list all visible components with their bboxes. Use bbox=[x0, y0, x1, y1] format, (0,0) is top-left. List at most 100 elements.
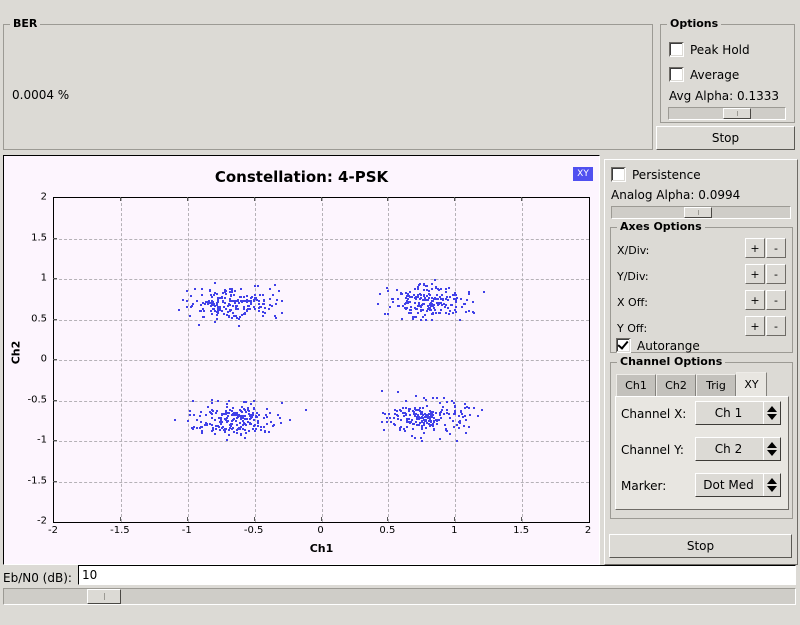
constellation-point bbox=[279, 417, 281, 419]
constellation-point bbox=[226, 314, 228, 316]
constellation-point bbox=[449, 433, 451, 435]
constellation-point bbox=[434, 279, 436, 281]
analog-alpha-slider[interactable] bbox=[611, 206, 791, 219]
constellation-point bbox=[272, 425, 274, 427]
xoff-plus-button[interactable]: + bbox=[745, 290, 765, 310]
constellation-point bbox=[441, 409, 443, 411]
yoff-label: Y Off: bbox=[617, 322, 648, 335]
yoff-minus-button[interactable]: - bbox=[766, 316, 786, 336]
constellation-point bbox=[217, 425, 219, 427]
marker-spinner-arrows[interactable] bbox=[763, 474, 780, 496]
channel-y-spinner-arrows[interactable] bbox=[763, 438, 780, 460]
persistence-row[interactable]: Persistence bbox=[611, 167, 701, 182]
peak-hold-row[interactable]: Peak Hold bbox=[669, 42, 750, 57]
marker-select[interactable]: Dot Med bbox=[695, 473, 781, 497]
constellation-point bbox=[249, 418, 251, 420]
constellation-point bbox=[257, 425, 259, 427]
constellation-point bbox=[425, 427, 427, 429]
constellation-point bbox=[231, 291, 233, 293]
tab-xy[interactable]: XY bbox=[736, 372, 767, 396]
constellation-point bbox=[219, 429, 221, 431]
constellation-point bbox=[221, 310, 223, 312]
constellation-point bbox=[468, 426, 470, 428]
constellation-point bbox=[232, 407, 234, 409]
constellation-point bbox=[384, 313, 386, 315]
ebn0-value: 10 bbox=[82, 568, 98, 582]
constellation-point bbox=[387, 290, 389, 292]
channel-y-label: Channel Y: bbox=[621, 443, 684, 457]
constellation-point bbox=[223, 313, 225, 315]
tab-ch1[interactable]: Ch1 bbox=[616, 374, 656, 396]
average-checkbox[interactable] bbox=[669, 67, 684, 82]
constellation-point bbox=[257, 422, 259, 424]
constellation-point bbox=[435, 412, 437, 414]
yoff-plus-button[interactable]: + bbox=[745, 316, 765, 336]
x-tick-label: -1.5 bbox=[110, 525, 130, 536]
constellation-point bbox=[237, 299, 239, 301]
constellation-point bbox=[402, 407, 404, 409]
y-tick-label: 1.5 bbox=[31, 232, 47, 243]
constellation-point bbox=[439, 412, 441, 414]
average-row[interactable]: Average bbox=[669, 67, 739, 82]
constellation-point bbox=[222, 426, 224, 428]
constellation-point bbox=[397, 298, 399, 300]
constellation-point bbox=[408, 418, 410, 420]
ebn0-slider-thumb[interactable] bbox=[87, 589, 121, 604]
analog-alpha-slider-thumb[interactable] bbox=[684, 207, 712, 218]
stop-button-top[interactable]: Stop bbox=[656, 126, 795, 150]
ydiv-plus-button[interactable]: + bbox=[745, 264, 765, 284]
constellation-point bbox=[392, 301, 394, 303]
avg-alpha-slider-thumb[interactable] bbox=[723, 108, 751, 119]
average-label: Average bbox=[690, 67, 740, 82]
constellation-point bbox=[391, 298, 393, 300]
constellation-point bbox=[228, 412, 230, 414]
chevron-down-icon bbox=[767, 450, 777, 456]
constellation-point bbox=[397, 391, 399, 393]
avg-alpha-slider[interactable] bbox=[668, 107, 786, 120]
autorange-row[interactable]: Autorange bbox=[616, 338, 700, 353]
constellation-point bbox=[218, 417, 220, 419]
constellation-point bbox=[253, 419, 255, 421]
constellation-point bbox=[228, 429, 230, 431]
constellation-point bbox=[211, 313, 213, 315]
tab-ch2[interactable]: Ch2 bbox=[656, 374, 696, 396]
constellation-point bbox=[258, 303, 260, 305]
constellation-point bbox=[214, 292, 216, 294]
channel-y-select[interactable]: Ch 2 bbox=[695, 437, 781, 461]
constellation-point bbox=[441, 304, 443, 306]
peak-hold-checkbox[interactable] bbox=[669, 42, 684, 57]
autorange-label: Autorange bbox=[637, 338, 700, 353]
ebn0-input[interactable]: 10 bbox=[78, 565, 796, 585]
stop-button-side[interactable]: Stop bbox=[609, 534, 792, 558]
ebn0-slider[interactable] bbox=[3, 588, 796, 605]
constellation-point bbox=[269, 298, 271, 300]
xoff-minus-button[interactable]: - bbox=[766, 290, 786, 310]
chevron-down-icon bbox=[767, 414, 777, 420]
xdiv-plus-button[interactable]: + bbox=[745, 238, 765, 258]
constellation-point bbox=[189, 414, 191, 416]
constellation-point bbox=[400, 426, 402, 428]
constellation-point bbox=[440, 309, 442, 311]
constellation-point bbox=[204, 303, 206, 305]
y-tick-label: 0.5 bbox=[31, 313, 47, 324]
constellation-point bbox=[431, 416, 433, 418]
channel-x-select[interactable]: Ch 1 bbox=[695, 401, 781, 425]
constellation-point bbox=[454, 410, 456, 412]
y-tick-label: -0.5 bbox=[27, 394, 47, 405]
constellation-point bbox=[236, 432, 238, 434]
plot-canvas[interactable] bbox=[53, 197, 590, 523]
persistence-checkbox[interactable] bbox=[611, 167, 626, 182]
ydiv-minus-button[interactable]: - bbox=[766, 264, 786, 284]
y-tick-label: -2 bbox=[37, 515, 47, 527]
axes-options-panel: Axes Options X/Div: + - Y/Div: + - X Off… bbox=[610, 220, 793, 353]
constellation-point bbox=[263, 426, 265, 428]
constellation-point bbox=[275, 317, 277, 319]
channel-x-spinner-arrows[interactable] bbox=[763, 402, 780, 424]
constellation-point bbox=[209, 423, 211, 425]
tab-trig[interactable]: Trig bbox=[696, 374, 736, 396]
autorange-checkbox[interactable] bbox=[616, 338, 631, 353]
x-tick-mark bbox=[454, 517, 455, 521]
xdiv-minus-button[interactable]: - bbox=[766, 238, 786, 258]
constellation-point bbox=[415, 395, 417, 397]
constellation-point bbox=[416, 308, 418, 310]
